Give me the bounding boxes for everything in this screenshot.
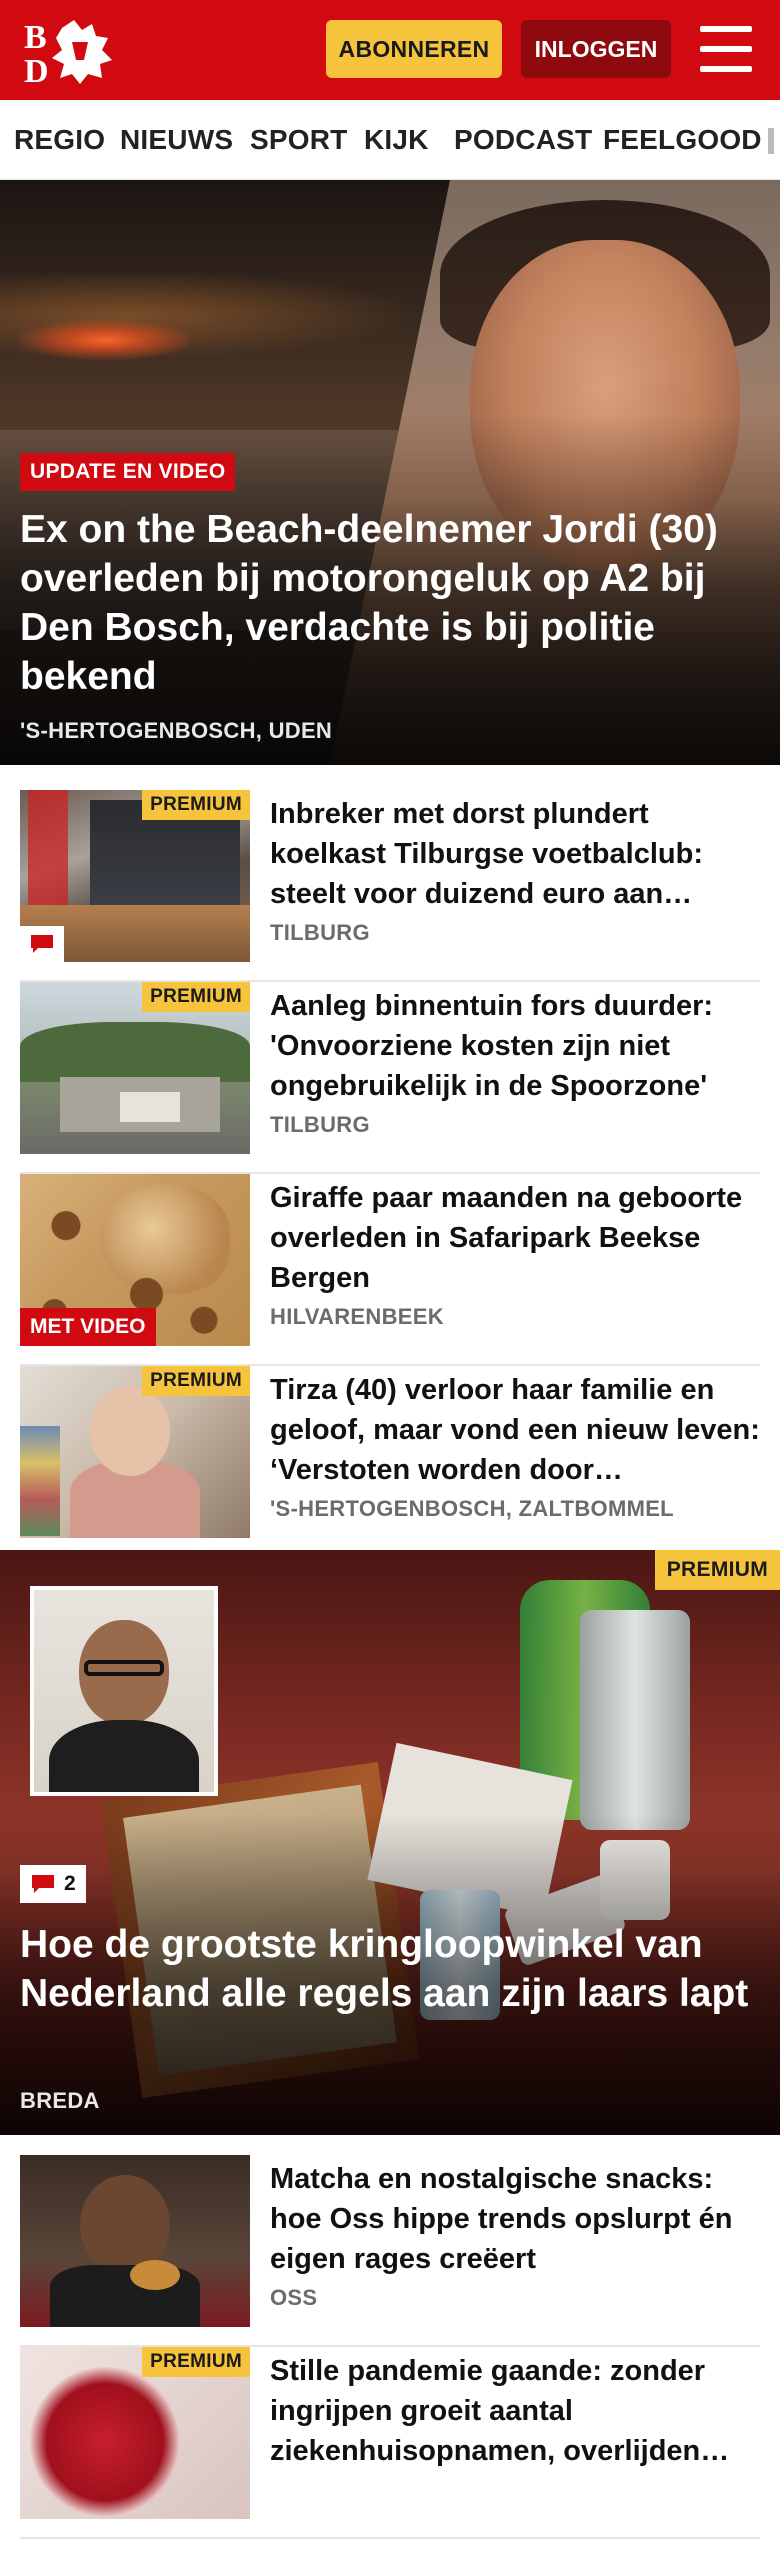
premium-badge: PREMIUM [142,2347,250,2377]
bd-logo[interactable]: B D [22,16,118,86]
premium-badge: PREMIUM [142,790,250,820]
premium-badge: PREMIUM [142,982,250,1012]
comment-count-value: 2 [64,1872,76,1895]
tab-nieuws[interactable]: NIEUWS [120,124,233,156]
nav-overflow-indicator [768,128,774,154]
hamburger-menu-icon[interactable] [700,26,752,72]
video-tag: MET VIDEO [20,1308,156,1346]
hero-headline[interactable]: Ex on the Beach-deelnemer Jordi (30) ove… [20,505,765,701]
article-thumbnail: PREMIUM [20,790,250,962]
author-portrait [30,1586,218,1796]
article-thumbnail: PREMIUM [20,982,250,1154]
hero-label: UPDATE EN VIDEO [20,453,236,491]
article-thumbnail: PREMIUM [20,1366,250,1538]
comment-count[interactable]: 2 [20,1865,86,1903]
article-title[interactable]: Giraffe paar maanden na geboorte overled… [270,1178,760,1298]
login-button[interactable]: INLOGGEN [521,20,671,78]
subscribe-button[interactable]: ABONNEREN [326,20,502,78]
tab-kijk[interactable]: KIJK [364,124,429,156]
svg-text:D: D [24,53,49,86]
svg-text:B: B [24,19,47,56]
article-thumbnail [20,2155,250,2327]
article-card[interactable]: PREMIUM Stille pandemie gaande: zonder i… [20,2347,760,2539]
article-title[interactable]: Stille pandemie gaande: zonder ingrijpen… [270,2351,760,2471]
featured-location: BREDA [20,2088,100,2113]
article-location: TILBURG [270,920,370,945]
featured-article[interactable]: PREMIUM 2 Hoe de grootste kringloopwinke… [0,1550,780,2135]
article-card[interactable]: PREMIUM Tirza (40) verloor haar familie … [20,1366,760,1558]
premium-badge: PREMIUM [654,1550,780,1590]
article-location: TILBURG [270,1112,370,1137]
article-card[interactable]: PREMIUM Aanleg binnentuin fors duurder: … [20,982,760,1174]
article-location: HILVARENBEEK [270,1304,444,1329]
premium-badge: PREMIUM [142,1366,250,1396]
article-title[interactable]: Inbreker met dorst plundert koelkast Til… [270,794,760,914]
article-thumbnail: MET VIDEO [20,1174,250,1346]
article-card[interactable]: Matcha en nostalgische snacks: hoe Oss h… [20,2155,760,2347]
article-location: OSS [270,2285,318,2310]
hero-article[interactable]: UPDATE EN VIDEO Ex on the Beach-deelneme… [0,180,780,765]
article-location: 'S-HERTOGENBOSCH, ZALTBOMMEL [270,1496,674,1521]
hero-location: 'S-HERTOGENBOSCH, UDEN [20,718,333,743]
article-thumbnail: PREMIUM [20,2347,250,2519]
section-nav: REGIO NIEUWS SPORT KIJK PODCAST FEELGOOD [0,100,780,180]
article-title[interactable]: Aanleg binnentuin fors duurder: 'Onvoorz… [270,986,760,1106]
tab-regio[interactable]: REGIO [14,124,105,156]
article-title[interactable]: Matcha en nostalgische snacks: hoe Oss h… [270,2159,760,2279]
article-card[interactable]: PREMIUM Inbreker met dorst plundert koel… [20,790,760,982]
site-header: B D ABONNEREN INLOGGEN [0,0,780,100]
article-card[interactable]: MET VIDEO Giraffe paar maanden na geboor… [20,1174,760,1366]
comment-icon [32,1875,54,1893]
article-title[interactable]: Tirza (40) verloor haar familie en geloo… [270,1370,760,1490]
tab-feelgood[interactable]: FEELGOOD [603,124,762,156]
tab-sport[interactable]: SPORT [250,124,347,156]
comment-icon [20,926,64,962]
featured-headline[interactable]: Hoe de grootste kringloopwinkel van Nede… [20,1920,760,2018]
tab-podcast[interactable]: PODCAST [454,124,592,156]
